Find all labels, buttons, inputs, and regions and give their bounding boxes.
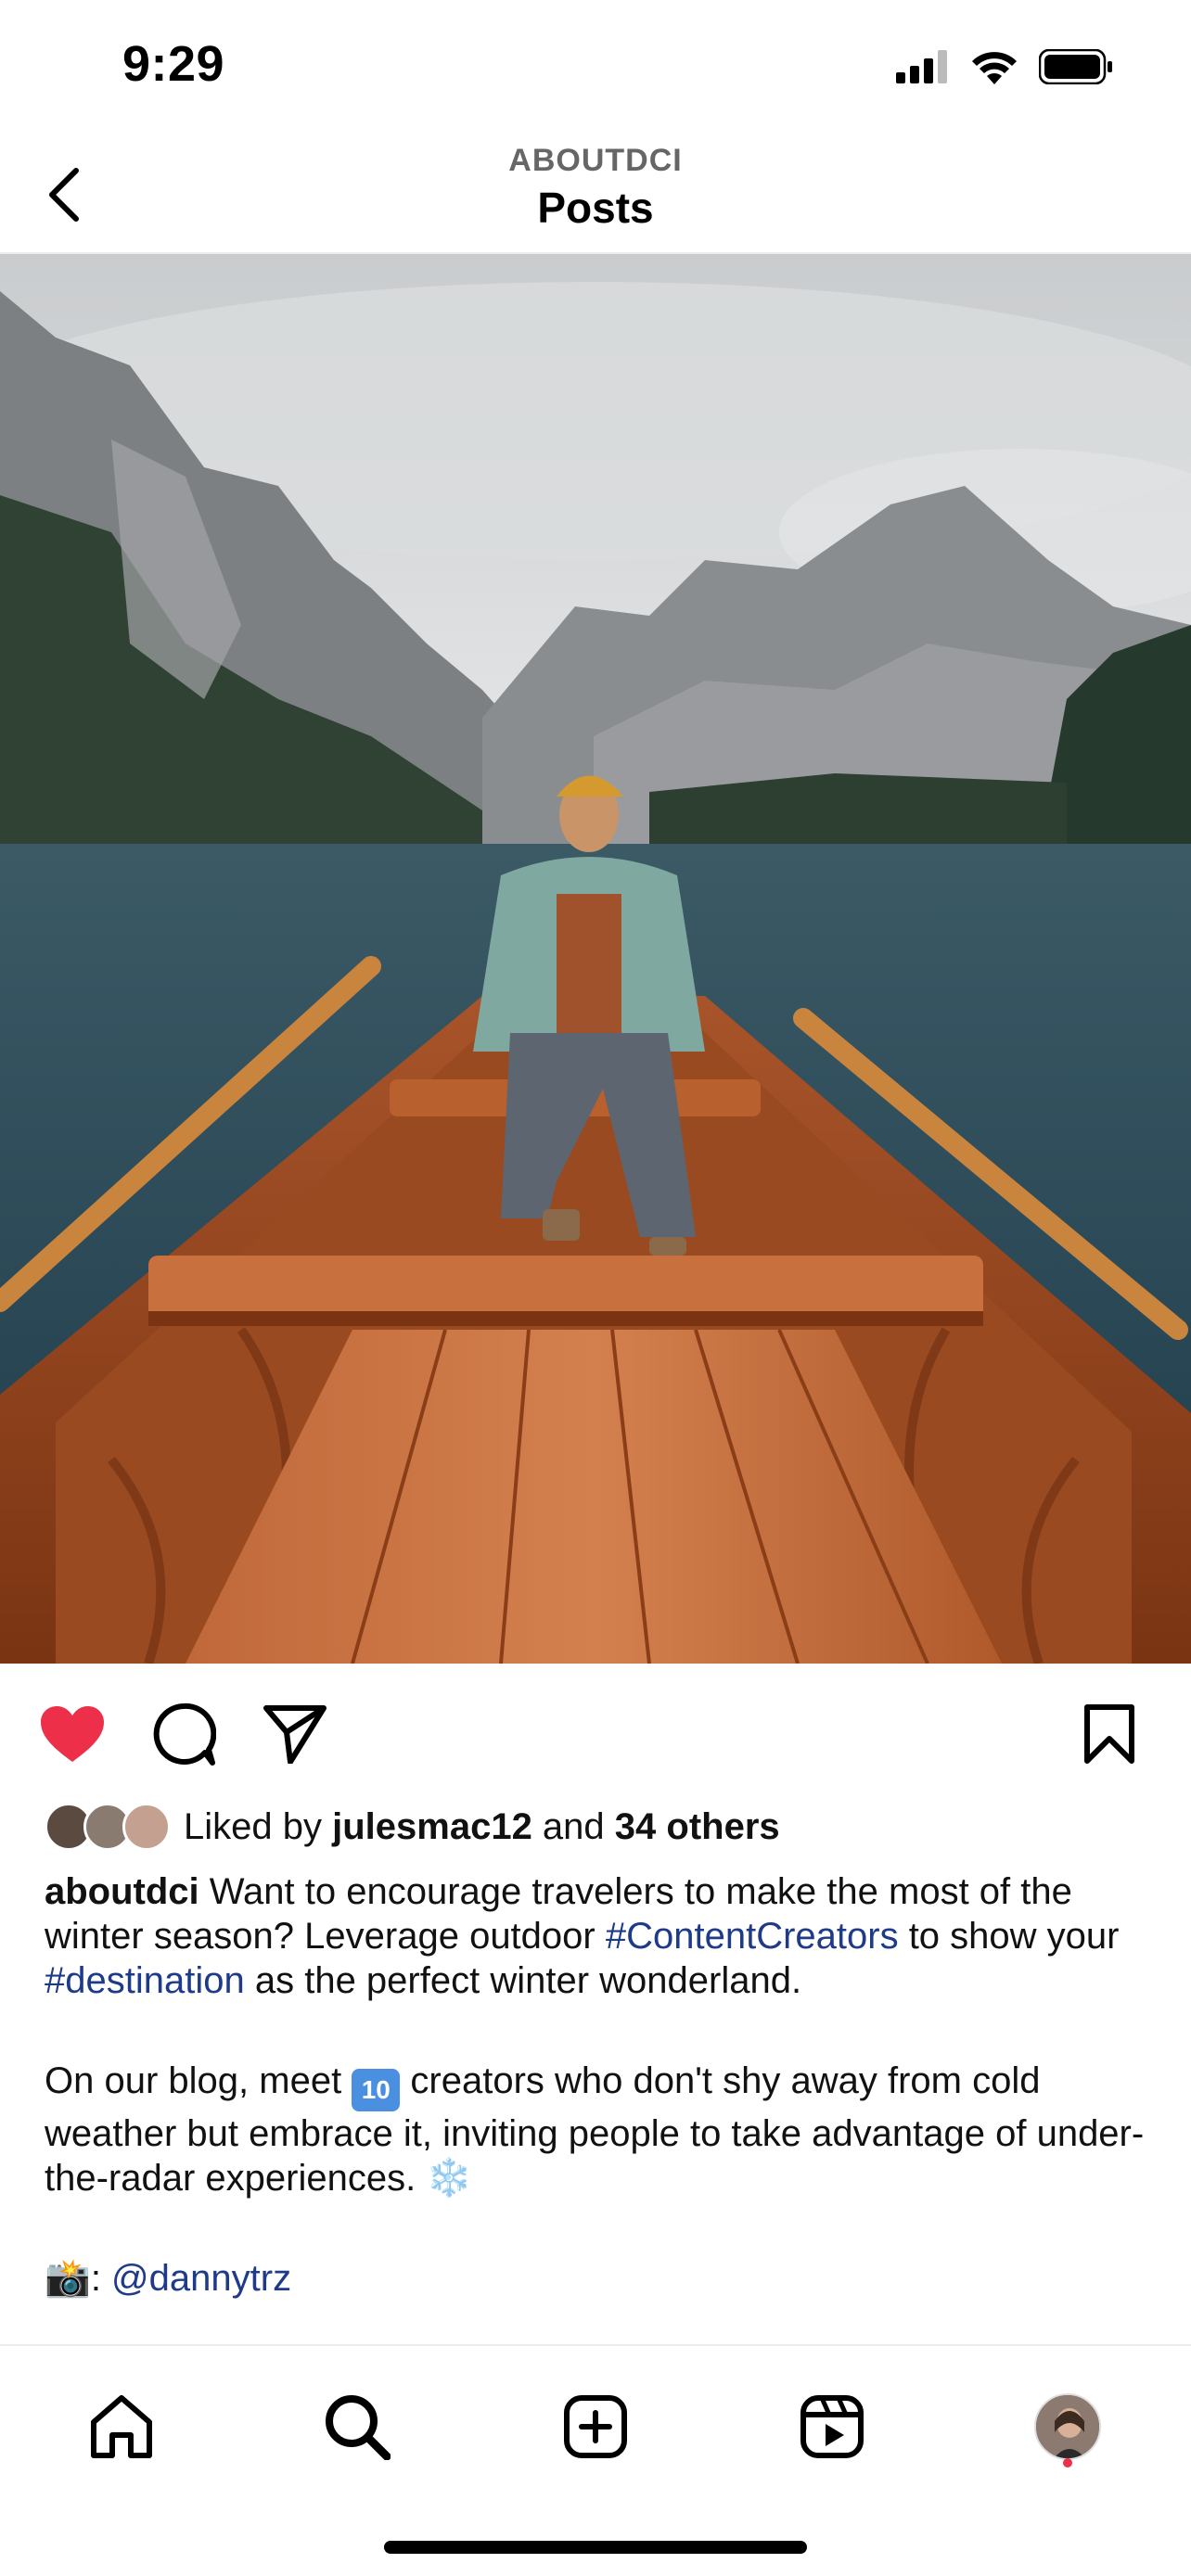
share-button[interactable]	[258, 1697, 332, 1771]
status-bar: 9:29	[0, 0, 1191, 130]
caption-text: :	[90, 2258, 112, 2299]
comment-icon	[153, 1702, 216, 1766]
create-icon	[564, 2395, 627, 2458]
hashtag-destination[interactable]: #destination	[45, 1960, 245, 2001]
save-button[interactable]	[1072, 1697, 1146, 1771]
home-indicator[interactable]	[384, 2541, 807, 2554]
caption-text: On our blog, meet	[45, 2060, 352, 2101]
post-caption: aboutdci Want to encourage travelers to …	[45, 1869, 1158, 2301]
caption-username[interactable]: aboutdci	[45, 1871, 199, 1912]
status-icons	[896, 46, 1113, 87]
keycap-ten-emoji: 10	[352, 2069, 401, 2111]
nav-titles: ABOUTDCI Posts	[0, 143, 1191, 233]
like-button[interactable]	[35, 1697, 109, 1771]
tab-reels[interactable]	[790, 2385, 874, 2468]
page-title: Posts	[537, 184, 654, 232]
likes-prefix: Liked by	[184, 1805, 333, 1847]
tab-create[interactable]	[554, 2385, 637, 2468]
tab-profile[interactable]	[1026, 2385, 1109, 2468]
likes-middle: and	[531, 1805, 615, 1847]
status-time: 9:29	[122, 36, 225, 92]
hashtag-content-creators[interactable]: #ContentCreators	[606, 1916, 899, 1957]
post-image[interactable]	[0, 254, 1191, 1664]
profile-avatar	[1034, 2393, 1101, 2460]
liker-username[interactable]: julesmac12	[332, 1806, 532, 1847]
signal-icon	[896, 50, 947, 83]
liker-avatars	[45, 1801, 171, 1853]
tab-search[interactable]	[315, 2385, 399, 2468]
tab-home[interactable]	[80, 2385, 163, 2468]
caption-text: to show your	[898, 1916, 1120, 1957]
likes-row[interactable]: Liked by julesmac12 and 34 others	[45, 1799, 780, 1855]
wifi-icon	[972, 52, 1017, 84]
nav-header: ABOUTDCI Posts	[0, 130, 1191, 254]
battery-icon	[1039, 49, 1112, 84]
caption-text: as the perfect winter wonderland.	[244, 1960, 802, 2001]
mention-dannytrz[interactable]: @dannytrz	[111, 2258, 291, 2299]
post-actions	[0, 1669, 1191, 1790]
heart-icon	[41, 1706, 104, 1762]
home-icon	[91, 2395, 152, 2458]
comment-button[interactable]	[147, 1697, 221, 1771]
notification-dot	[1063, 2458, 1072, 2468]
bookmark-icon	[1084, 1704, 1134, 1764]
likes-text: Liked by julesmac12 and 34 others	[184, 1806, 780, 1848]
likes-others[interactable]: 34 others	[615, 1806, 780, 1847]
camera-flash-emoji: 📸	[45, 2258, 91, 2299]
search-icon	[326, 2395, 391, 2460]
post-photo-illustration	[0, 254, 1191, 1664]
avatar	[122, 1803, 171, 1851]
account-name: ABOUTDCI	[508, 143, 683, 178]
share-icon	[263, 1705, 327, 1764]
reels-icon	[800, 2395, 864, 2458]
snowflake-emoji: ❄️	[426, 2158, 473, 2199]
